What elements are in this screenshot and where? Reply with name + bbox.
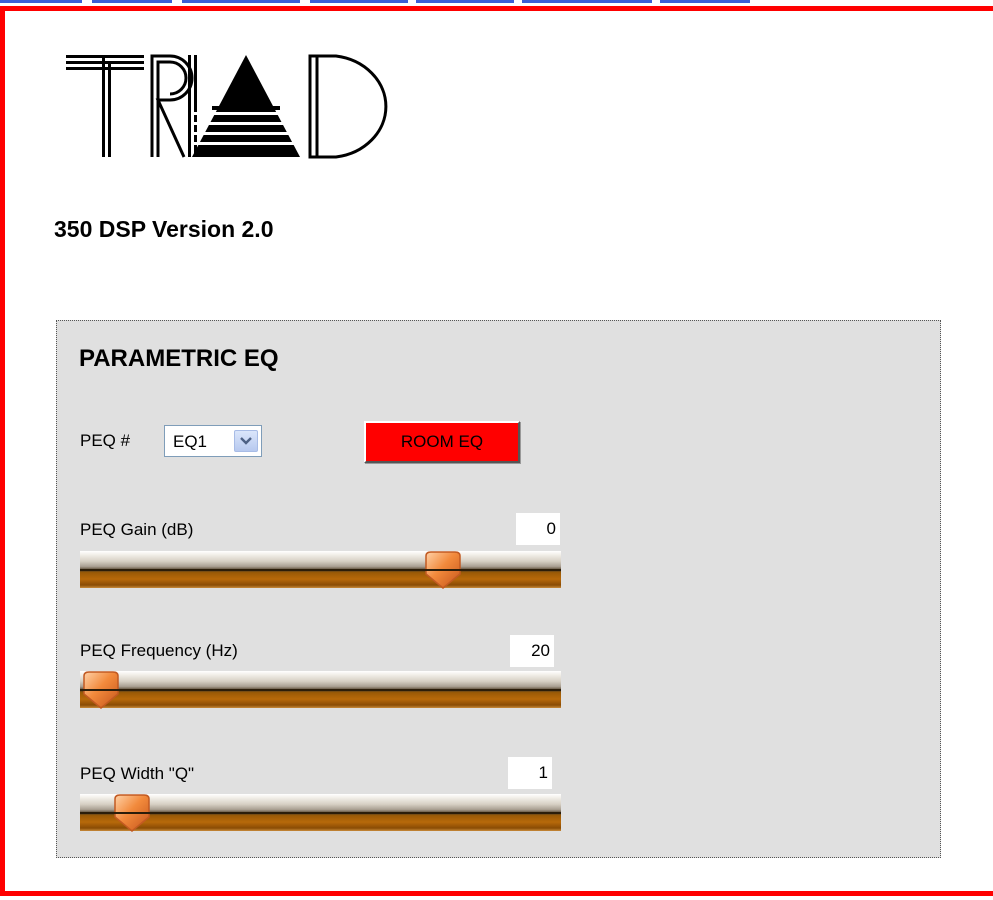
nav-tab-5[interactable]	[416, 0, 514, 3]
width-q-slider-thumb[interactable]	[111, 793, 153, 833]
nav-tab-3[interactable]	[182, 0, 300, 3]
page-title: 350 DSP Version 2.0	[54, 216, 274, 242]
room-eq-button[interactable]: ROOM EQ	[364, 421, 520, 463]
peq-select-dropdown[interactable]: EQ1	[164, 425, 262, 457]
nav-tab-6[interactable]	[522, 0, 652, 3]
chevron-down-icon[interactable]	[234, 430, 258, 452]
gain-slider-label: PEQ Gain (dB)	[80, 520, 194, 539]
gain-slider-thumb[interactable]	[422, 550, 464, 590]
peq-select-value: EQ1	[173, 432, 208, 451]
peq-number-label: PEQ #	[80, 431, 131, 450]
frequency-slider-track[interactable]	[80, 670, 561, 710]
width-q-value-box[interactable]: 1	[508, 757, 552, 789]
nav-tab-2[interactable]	[92, 0, 172, 3]
triad-logo	[66, 50, 400, 162]
nav-tab-4[interactable]	[310, 0, 408, 3]
eq-heading: PARAMETRIC EQ	[79, 345, 279, 372]
gain-slider-track[interactable]	[80, 550, 561, 590]
frequency-slider-thumb[interactable]	[80, 670, 122, 710]
top-nav-tabs	[0, 0, 993, 4]
gain-value-box[interactable]: 0	[516, 513, 560, 545]
width-q-slider-label: PEQ Width "Q"	[80, 764, 195, 783]
frequency-value-box[interactable]: 20	[510, 635, 554, 667]
nav-tab-7[interactable]	[660, 0, 750, 3]
width-q-slider-track[interactable]	[80, 793, 561, 833]
frequency-slider-label: PEQ Frequency (Hz)	[80, 641, 238, 660]
nav-tab-1[interactable]	[0, 0, 82, 3]
